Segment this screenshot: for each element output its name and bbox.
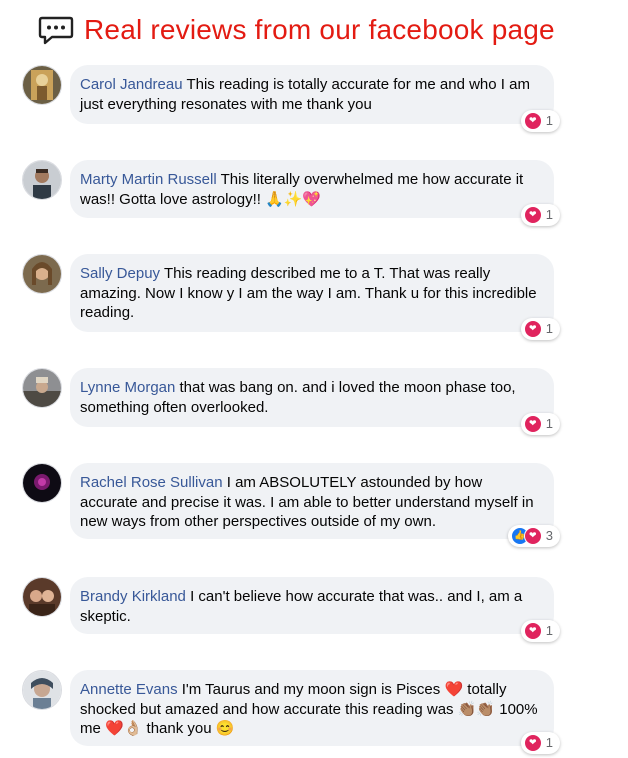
avatar[interactable] <box>22 577 62 617</box>
reaction-count: 1 <box>545 113 553 129</box>
heart-reaction-icon: ❤ <box>523 622 542 640</box>
reaction-badge[interactable]: 👍 ❤ 3 <box>507 525 560 547</box>
avatar[interactable] <box>22 160 62 200</box>
reaction-count: 1 <box>545 321 553 337</box>
reaction-count: 1 <box>545 623 553 639</box>
reaction-count: 1 <box>545 207 553 223</box>
comment-bubble: Lynne Morgan that was bang on. and i lov… <box>70 368 560 435</box>
heart-reaction-icon: ❤ <box>523 415 542 433</box>
commenter-name[interactable]: Marty Martin Russell <box>80 171 217 188</box>
reaction-badge[interactable]: ❤ 1 <box>520 620 560 642</box>
commenter-name[interactable]: Lynne Morgan <box>80 379 175 396</box>
avatar[interactable] <box>22 254 62 294</box>
commenter-name[interactable]: Rachel Rose Sullivan <box>80 474 223 491</box>
comment-bubble: Carol Jandreau This reading is totally a… <box>70 65 560 132</box>
comment-bubble: Brandy Kirkland I can't believe how accu… <box>70 577 560 642</box>
reaction-count: 3 <box>545 528 553 544</box>
heart-reaction-icon: ❤ <box>523 112 542 130</box>
reaction-badge[interactable]: ❤ 1 <box>520 110 560 132</box>
comment-bubble: Sally Depuy This reading described me to… <box>70 254 560 340</box>
comment-bubble: Annette Evans I'm Taurus and my moon sig… <box>70 670 560 754</box>
comment-bubble: Rachel Rose Sullivan I am ABSOLUTELY ast… <box>70 463 560 547</box>
reaction-badge[interactable]: ❤ 1 <box>520 732 560 754</box>
reaction-badge[interactable]: ❤ 1 <box>520 318 560 340</box>
heart-reaction-icon: ❤ <box>523 320 542 338</box>
heart-reaction-icon: ❤ <box>523 527 542 545</box>
commenter-name[interactable]: Carol Jandreau <box>80 76 183 93</box>
avatar[interactable] <box>22 463 62 503</box>
avatar[interactable] <box>22 65 62 105</box>
reaction-badge[interactable]: ❤ 1 <box>520 413 560 435</box>
page-header: Real reviews from our facebook page <box>38 10 555 50</box>
reaction-count: 1 <box>545 416 553 432</box>
avatar[interactable] <box>22 670 62 710</box>
avatar[interactable] <box>22 368 62 408</box>
heart-reaction-icon: ❤ <box>523 734 542 752</box>
chat-bubble-icon <box>38 16 74 45</box>
commenter-name[interactable]: Brandy Kirkland <box>80 588 186 605</box>
heart-reaction-icon: ❤ <box>523 206 542 224</box>
reaction-badge[interactable]: ❤ 1 <box>520 204 560 226</box>
page-title: Real reviews from our facebook page <box>84 14 555 45</box>
commenter-name[interactable]: Annette Evans <box>80 681 178 698</box>
reaction-count: 1 <box>545 735 553 751</box>
commenter-name[interactable]: Sally Depuy <box>80 265 160 282</box>
comment-bubble: Marty Martin Russell This literally over… <box>70 160 560 226</box>
